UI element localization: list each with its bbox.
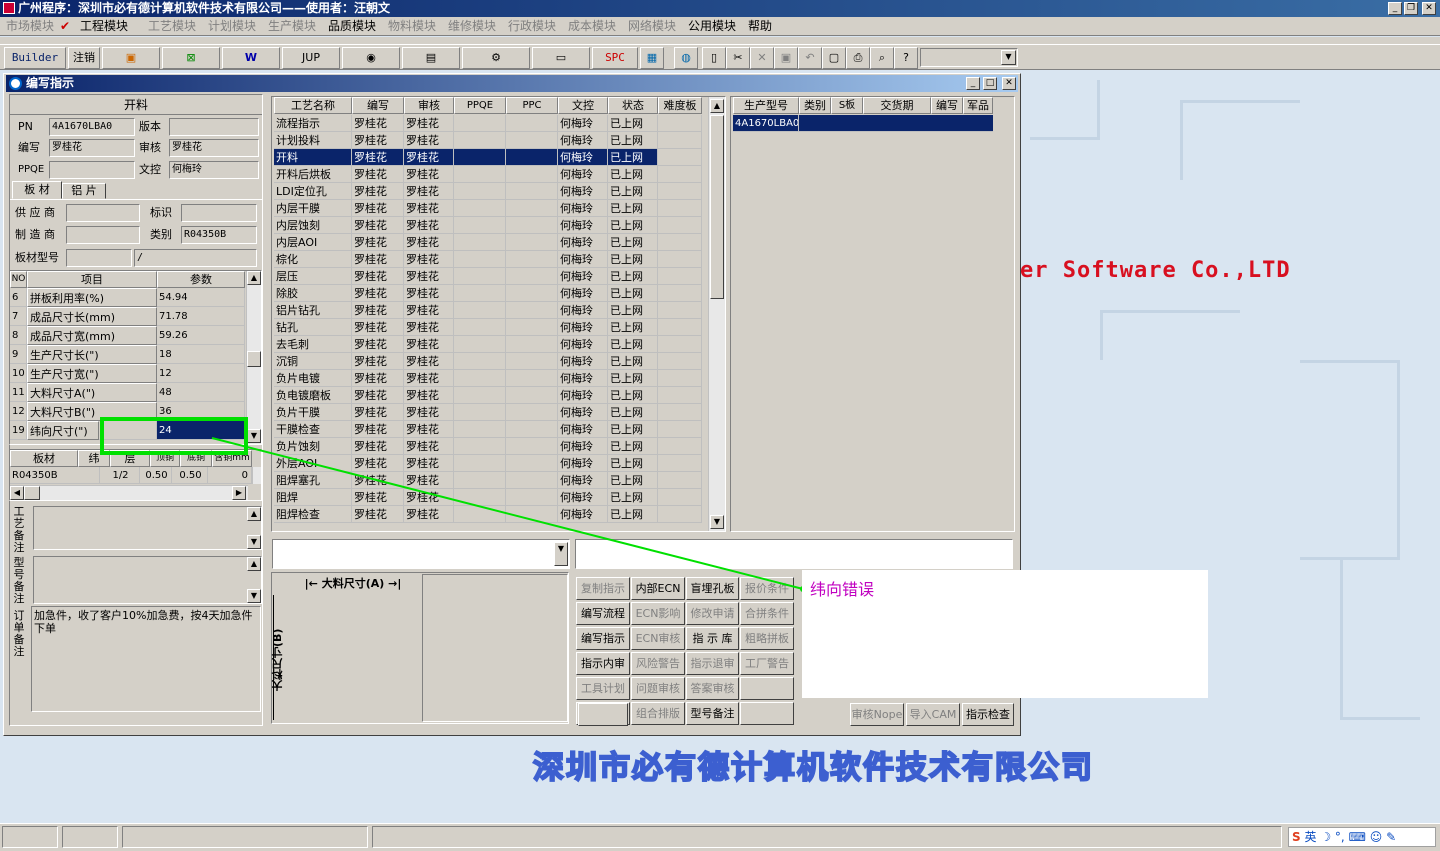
- ime-toolbar[interactable]: S 英 ☽ °, ⌨ ☺ ✎: [1288, 827, 1436, 847]
- status-panel: [2, 826, 58, 848]
- annotation-box: 纬向错误: [802, 570, 1208, 698]
- annotation-line: [211, 437, 804, 590]
- status-panel: [372, 826, 1282, 848]
- status-panel: [62, 826, 118, 848]
- status-bar: S 英 ☽ °, ⌨ ☺ ✎: [0, 823, 1440, 851]
- annotation-arrow: [211, 437, 806, 592]
- punct-icon: °,: [1334, 830, 1345, 844]
- user-icon: ☺: [1369, 830, 1383, 844]
- status-panel: [122, 826, 368, 848]
- keyboard-icon: ⌨: [1348, 830, 1366, 844]
- moon-icon: ☽: [1320, 830, 1332, 844]
- annotation-text: 纬向错误: [810, 580, 875, 599]
- sogou-icon: S: [1292, 830, 1301, 844]
- wrench-icon: ✎: [1386, 830, 1397, 844]
- ime-lang-icon: 英: [1304, 830, 1317, 844]
